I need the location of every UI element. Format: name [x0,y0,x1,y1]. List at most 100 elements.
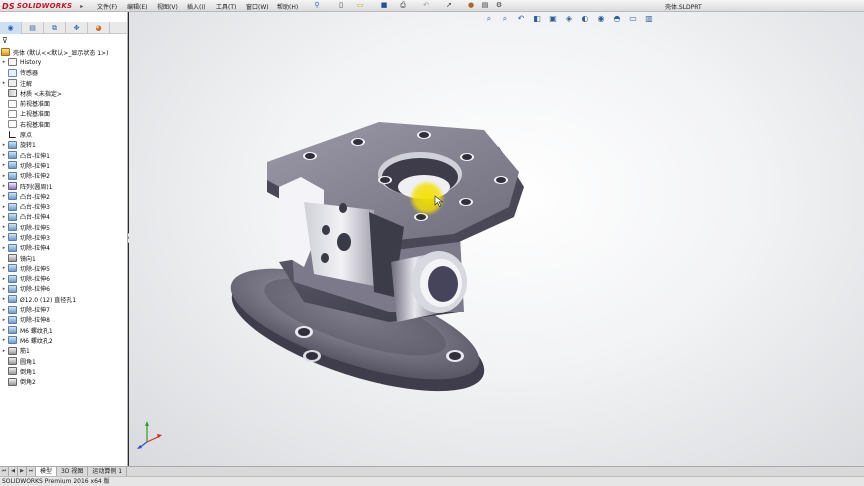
tree-root-label: 壳体 (默认<<默认>_显示状态 1>) [13,49,109,57]
expand-arrow-icon[interactable]: ▸ [0,337,8,343]
tree-item[interactable]: 镜向1 [0,253,127,263]
cut-extrude-icon [8,274,17,283]
tree-item-label: 旋转1 [20,142,36,150]
save-icon[interactable]: ■ [379,1,389,10]
tree-item-label: 阵列(圆周)1 [20,183,53,191]
expand-arrow-icon[interactable]: ▸ [0,173,8,179]
tree-item-label: M6 螺纹孔2 [20,337,53,345]
options-gear-icon[interactable]: ⚙ [494,1,504,10]
tree-item[interactable]: 倒角1 [0,366,127,376]
expand-arrow-icon[interactable]: ▸ [0,265,8,271]
tree-item[interactable]: ▸ 凸台-拉伸2 [0,191,127,201]
tree-item[interactable]: ▸ 切除-拉伸6 [0,274,127,284]
tree-item-label: 前视基准面 [20,101,51,109]
tab-displaymanager[interactable]: ◕ [88,22,110,34]
tree-item-label: 切除-拉伸7 [20,307,50,315]
tree-item-label: 倒角1 [20,368,36,376]
graphics-viewport[interactable]: ⌕ ⌕ ↶ ◧ ▣ ◈ ◐ ◉ ◓ ▭ ▥ [129,12,864,466]
tree-item[interactable]: ▸ 切除-拉伸1 [0,160,127,170]
tree-item-label: Ø12.0 (12) 直径孔1 [20,296,77,304]
expand-arrow-icon[interactable]: ▸ [0,224,8,230]
tree-item[interactable]: ▸ 凸台-拉伸1 [0,150,127,160]
expand-arrow-icon[interactable]: ▸ [0,296,8,302]
tree-item[interactable]: ▸ 切除-拉伸8 [0,315,127,325]
expand-arrow-icon[interactable]: ▸ [0,183,8,189]
tree-item[interactable]: 上视基准面 [0,109,127,119]
expand-arrow-icon[interactable]: ▸ [0,142,8,148]
tree-item[interactable]: ▸ 凸台-拉伸3 [0,201,127,211]
rib-icon [8,346,17,355]
menu-insert[interactable]: 插入(I) [187,2,205,11]
tab-propertymanager[interactable]: ▤ [22,22,44,34]
tree-item[interactable]: ▸ M6 螺纹孔2 [0,335,127,345]
rebuild-icon[interactable]: ● [466,1,476,10]
expand-arrow-icon[interactable]: ▸ [0,162,8,168]
tree-item[interactable]: ▸ 旋转1 [0,140,127,150]
tree-item[interactable]: ▸ 筋1 [0,346,127,356]
pin-icon[interactable]: ⚲ [312,1,322,10]
menu-view[interactable]: 视图(V) [157,2,178,11]
menu-edit[interactable]: 编辑(E) [127,2,147,11]
tab-dimxpert[interactable]: ✥ [66,22,88,34]
expand-arrow-icon[interactable]: ▸ [0,307,8,313]
expand-arrow-icon[interactable]: ▸ [0,193,8,199]
cut-extrude-icon [8,284,17,293]
expand-arrow-icon[interactable]: ▸ [0,204,8,210]
expand-arrow-icon[interactable]: ▸ [0,317,8,323]
expand-arrow-icon[interactable]: ▸ [0,245,8,251]
part-3d-model[interactable] [129,12,864,466]
tree-item[interactable]: 倒角2 [0,377,127,387]
expand-arrow-icon[interactable]: ▸ [0,276,8,282]
logo-chevron-icon[interactable]: ▸ [80,3,83,10]
solidworks-logo[interactable]: DS SOLIDWORKS ▸ [2,1,83,11]
tree-item[interactable]: ▸ 切除-拉伸2 [0,171,127,181]
tree-item[interactable]: 前视基准面 [0,98,127,108]
file-properties-icon[interactable]: ▤ [480,1,490,10]
cut-extrude-icon [8,243,17,252]
open-folder-icon[interactable]: ▭ [355,1,365,10]
expand-arrow-icon[interactable]: ▸ [0,214,8,220]
undo-icon[interactable]: ↶ [421,1,431,10]
expand-arrow-icon[interactable]: ▸ [0,152,8,158]
boss-extrude-icon [8,151,17,160]
menu-window[interactable]: 窗口(W) [246,2,269,11]
tree-item[interactable]: ▸ 切除-拉伸7 [0,304,127,314]
new-document-icon[interactable]: ▯ [336,1,346,10]
menu-file[interactable]: 文件(F) [97,2,117,11]
filter-icon[interactable]: ⊽ [2,36,8,46]
expand-arrow-icon[interactable]: ▸ [0,327,8,333]
expand-arrow-icon[interactable]: ▸ [0,286,8,292]
tree-item[interactable]: ▸ History [0,57,127,67]
expand-arrow-icon[interactable]: ▸ [0,59,8,65]
tab-featuremanager[interactable]: ◉ [0,22,22,34]
tree-item[interactable]: ▸ 阵列(圆周)1 [0,181,127,191]
tree-item[interactable]: ▸ 切除-拉伸5 [0,222,127,232]
tree-item[interactable]: ▸ 切除-拉伸3 [0,232,127,242]
tab-configurationmanager[interactable]: ⧉ [44,22,66,34]
menu-tools[interactable]: 工具(T) [216,2,236,11]
tree-item-label: 切除-拉伸4 [20,245,50,253]
tree-item[interactable]: 材质 <未指定> [0,88,127,98]
tree-item[interactable]: 圆角1 [0,356,127,366]
expand-arrow-icon[interactable]: ▸ [0,348,8,354]
tree-item[interactable]: 右视基准面 [0,119,127,129]
expand-arrow-icon[interactable]: ▸ [0,234,8,240]
tree-item[interactable]: ▸ M6 螺纹孔1 [0,325,127,335]
tree-item[interactable]: ▸ 注解 [0,78,127,88]
tree-item-label: M6 螺纹孔1 [20,327,53,335]
tree-item[interactable]: 传感器 [0,68,127,78]
tree-item[interactable]: ▸ 切除-拉伸5 [0,263,127,273]
tree-item-label: 切除-拉伸6 [20,286,50,294]
tree-item[interactable]: ▸ 切除-拉伸4 [0,243,127,253]
propertymanager-icon: ▤ [29,24,36,32]
tree-item[interactable]: ▸ 切除-拉伸6 [0,284,127,294]
menu-help[interactable]: 帮助(H) [277,2,298,11]
tree-item[interactable]: ▸ Ø12.0 (12) 直径孔1 [0,294,127,304]
expand-arrow-icon[interactable]: ▸ [0,80,8,86]
select-cursor-icon[interactable]: ➚ [444,1,454,10]
print-icon[interactable]: ⎙ [398,1,408,10]
tree-item-label: 凸台-拉伸2 [20,193,50,201]
tree-root-part[interactable]: 壳体 (默认<<默认>_显示状态 1>) [0,47,127,57]
tree-item[interactable]: ▸ 凸台-拉伸4 [0,212,127,222]
tree-item[interactable]: 原点 [0,129,127,139]
